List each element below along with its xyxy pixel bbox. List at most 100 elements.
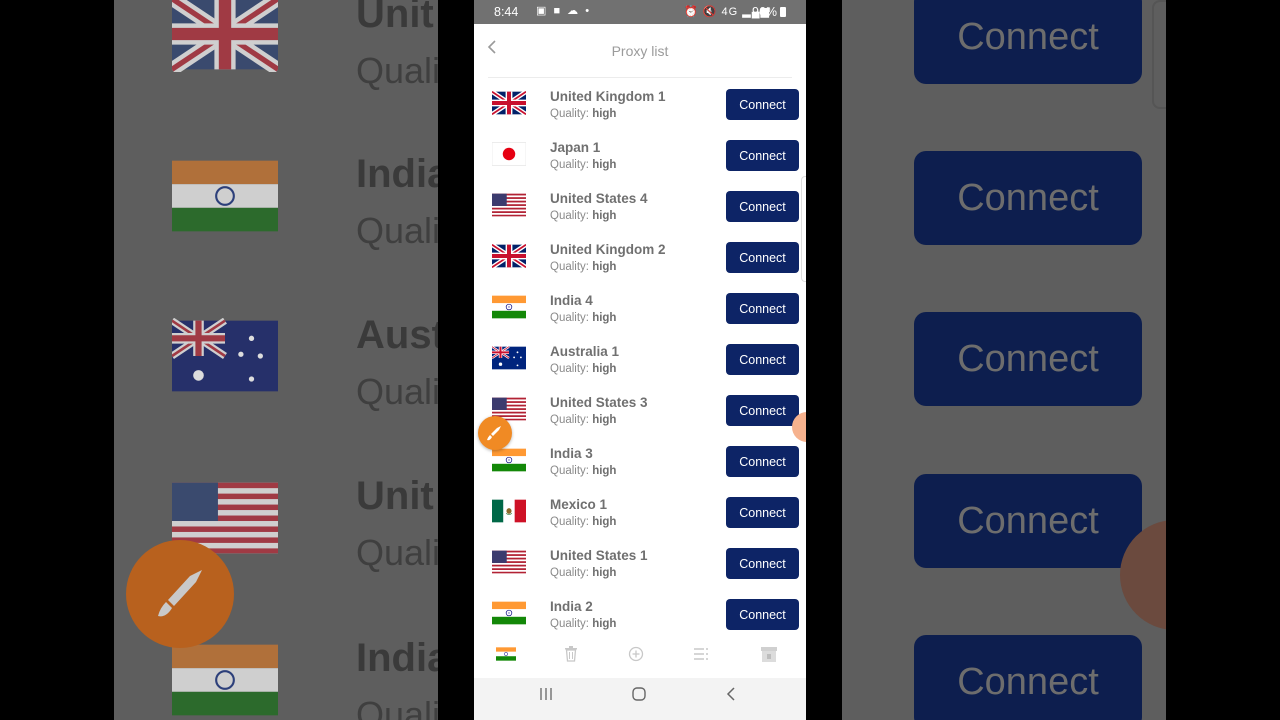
add-circle-icon[interactable] (624, 642, 648, 666)
connect-button[interactable]: Connect (726, 89, 799, 120)
proxy-row[interactable]: United Kingdom 1 Quality: high Connect (474, 78, 806, 129)
proxy-row[interactable]: India 2 Quality: high Connect (474, 588, 806, 630)
home-icon[interactable] (624, 686, 654, 712)
quality-value: high (592, 261, 617, 273)
proxy-row[interactable]: Mexico 1 Quality: high Connect (474, 486, 806, 537)
us-flag-icon (492, 550, 526, 574)
proxy-name: India 2 (550, 599, 593, 614)
proxy-quality: Quality: high (550, 261, 616, 273)
india-flag-icon (172, 158, 278, 234)
connect-button[interactable]: Connect (726, 395, 799, 426)
battery-icon (780, 7, 786, 17)
app-header: Proxy list (474, 24, 806, 78)
quality-label: Quality: (550, 159, 593, 171)
proxy-row[interactable]: India 3 Quality: high Connect (474, 435, 806, 486)
backdrop-quality: Quali (356, 50, 438, 91)
trash-icon[interactable] (559, 642, 583, 666)
australia-flag-icon (170, 317, 278, 394)
proxy-name: United States 1 (550, 548, 648, 563)
list-icon[interactable] (689, 642, 713, 666)
japan-flag-icon (492, 142, 526, 166)
proxy-name: Australia 1 (550, 344, 620, 359)
connect-button[interactable]: Connect (726, 242, 799, 273)
proxy-name: Mexico 1 (550, 497, 608, 512)
backdrop-name: Unit (356, 474, 434, 518)
quality-label: Quality: (550, 465, 593, 477)
proxy-quality: Quality: high (550, 363, 616, 375)
quality-label: Quality: (550, 210, 593, 222)
connect-button[interactable]: Connect (726, 191, 799, 222)
backdrop-connect-button: Connect (914, 312, 1142, 406)
backdrop-quality: Quali (356, 371, 438, 412)
mexico-flag-icon (492, 499, 526, 523)
backdrop-quality: Quali (356, 694, 438, 720)
connect-button[interactable]: Connect (726, 548, 799, 579)
proxy-name: Japan 1 (550, 140, 601, 155)
archive-icon[interactable] (757, 642, 781, 666)
proxy-name: India 4 (550, 293, 593, 308)
connect-button[interactable]: Connect (726, 599, 799, 630)
quality-value: high (592, 618, 617, 630)
quality-value: high (592, 363, 617, 375)
proxy-quality: Quality: high (550, 414, 616, 426)
proxy-quality: Quality: high (550, 108, 616, 120)
backdrop-connect-button: Connect (914, 474, 1142, 568)
uk-flag-icon (492, 91, 526, 115)
connect-button[interactable]: Connect (726, 140, 799, 171)
proxy-row[interactable]: Australia 1 Quality: high Connect (474, 333, 806, 384)
proxy-quality: Quality: high (550, 159, 616, 171)
system-navigation-bar (474, 678, 806, 720)
proxy-row[interactable]: United States 3 Quality: high Connect (474, 384, 806, 435)
phone-screen: 8:44 ▣ ■ ☁ • ⏰ 🔇 4G ▂▄▆ 96% Proxy list U… (474, 0, 806, 720)
proxy-row[interactable]: India 4 Quality: high Connect (474, 282, 806, 333)
quality-label: Quality: (550, 108, 593, 120)
battery-level: 96% (752, 5, 778, 19)
australia-flag-icon (492, 346, 526, 370)
proxy-row[interactable]: United States 1 Quality: high Connect (474, 537, 806, 588)
quality-label: Quality: (550, 516, 593, 528)
proxy-row[interactable]: Japan 1 Quality: high Connect (474, 129, 806, 180)
proxy-row[interactable]: United Kingdom 2 Quality: high Connect (474, 231, 806, 282)
edge-scroll-tab[interactable] (801, 176, 806, 282)
quality-value: high (592, 312, 617, 324)
proxy-name: United States 3 (550, 395, 648, 410)
connect-button[interactable]: Connect (726, 497, 799, 528)
backdrop-left: Unit Quali India Quali Aust Quali Unit Q… (114, 0, 438, 720)
proxy-list: United Kingdom 1 Quality: high Connect J… (474, 78, 806, 630)
backdrop-fab (126, 540, 234, 648)
connect-button[interactable]: Connect (726, 344, 799, 375)
india-flag-icon (492, 295, 526, 319)
quality-value: high (592, 516, 617, 528)
nav-back-icon[interactable] (717, 686, 747, 712)
status-time: 8:44 (494, 5, 519, 19)
backdrop-quality: Quali (356, 532, 438, 573)
uk-flag-icon (492, 244, 526, 268)
floating-brush-button[interactable] (478, 416, 512, 450)
backdrop-name: Unit (356, 0, 434, 36)
proxy-name: United Kingdom 1 (550, 89, 666, 104)
page-title: Proxy list (611, 43, 669, 59)
us-flag-icon (492, 193, 526, 217)
proxy-row[interactable]: United States 4 Quality: high Connect (474, 180, 806, 231)
quality-value: high (592, 210, 617, 222)
india-flag-icon (492, 448, 526, 472)
india-flag-icon (172, 642, 278, 718)
quality-label: Quality: (550, 414, 593, 426)
india-flag-icon[interactable] (494, 642, 518, 666)
quality-label: Quality: (550, 618, 593, 630)
proxy-quality: Quality: high (550, 210, 616, 222)
connect-button[interactable]: Connect (726, 446, 799, 477)
quality-value: high (592, 159, 617, 171)
backdrop-scroll-tab (1152, 0, 1166, 109)
quality-value: high (592, 108, 617, 120)
backdrop-name: India (356, 152, 438, 196)
proxy-quality: Quality: high (550, 618, 616, 630)
recent-apps-icon[interactable] (531, 686, 561, 712)
quality-value: high (592, 567, 617, 579)
backdrop-connect-button: Connect (914, 635, 1142, 720)
quality-label: Quality: (550, 363, 593, 375)
connect-button[interactable]: Connect (726, 293, 799, 324)
proxy-quality: Quality: high (550, 465, 616, 477)
proxy-quality: Quality: high (550, 312, 616, 324)
proxy-name: India 3 (550, 446, 593, 461)
